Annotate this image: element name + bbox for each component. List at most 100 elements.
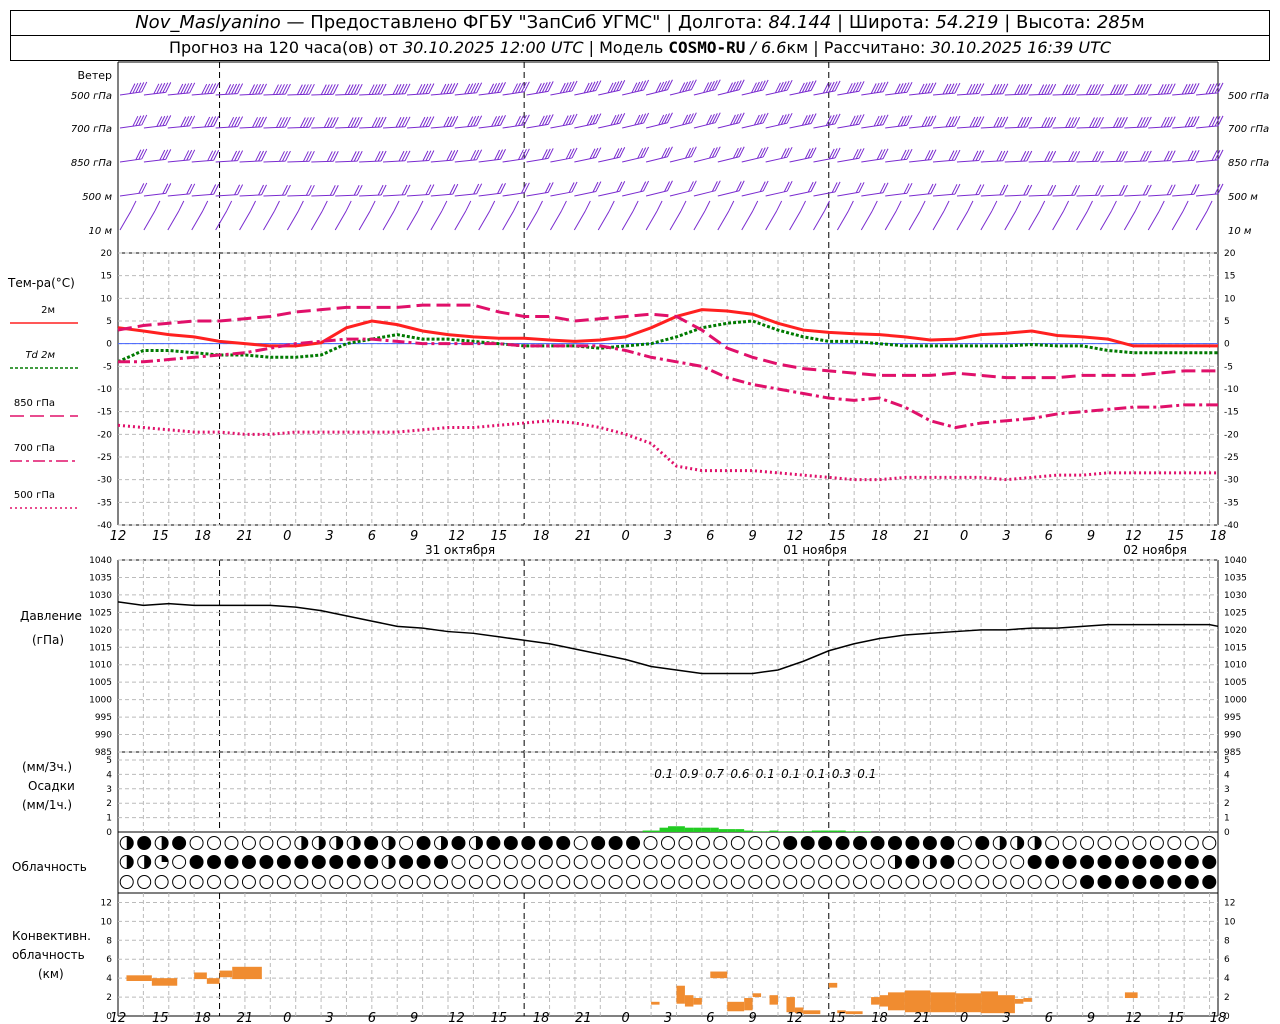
wind-barb-tick (141, 81, 148, 93)
wind-barb (383, 160, 406, 163)
wind-barb-tick (261, 150, 267, 162)
precip-bar (794, 831, 804, 832)
conv-bar (1023, 998, 1032, 1002)
wind-barb-tick (966, 84, 973, 95)
wind-barb-tick (906, 114, 913, 126)
cloud-symbol (189, 855, 204, 869)
precip-bar (862, 831, 872, 832)
wind-barb-tick (568, 81, 575, 92)
wind-barb-tick (1044, 84, 1051, 95)
wind-barb (1076, 210, 1088, 231)
precip-tick-label-right: 4 (1224, 770, 1230, 780)
conv-bar (955, 993, 982, 1013)
hour-tick-label: 6 (1045, 1011, 1053, 1024)
cloud-symbol-fill (144, 855, 151, 869)
hour-tick-label: 15 (1167, 1011, 1184, 1024)
wind-barb-tick (834, 181, 841, 193)
wind-barb (1004, 126, 1027, 129)
wind-barb (335, 194, 358, 197)
wind-barb-tick (1112, 84, 1119, 95)
cloud-symbol (207, 855, 222, 869)
cloud-symbol (224, 836, 239, 850)
wind-barb (1100, 93, 1123, 96)
wind-barb-tick (969, 116, 976, 128)
wind-barb-tick (441, 200, 448, 212)
wind-barb-tick (234, 150, 241, 161)
wind-barb (478, 192, 501, 197)
hour-tick-label: 3 (664, 529, 672, 544)
pressure-tick-label-right: 1010 (1224, 661, 1247, 671)
wind-barb-tick (261, 83, 267, 95)
wind-level-label-right: 850 гПа (1228, 158, 1269, 169)
cloud-symbol (1167, 875, 1182, 889)
wind-barb-tick (834, 80, 841, 92)
wind-barb (622, 190, 644, 197)
cloud-symbol (451, 855, 466, 869)
temp-tick-label: 10 (101, 294, 113, 304)
wind-barb-tick (1211, 150, 1218, 161)
wind-barb-tick (616, 147, 623, 159)
wind-barb-tick (849, 82, 856, 94)
cloud-symbol (521, 875, 536, 889)
pressure-tick-label-right: 1005 (1224, 678, 1247, 688)
wind-barb (310, 210, 323, 231)
wind-barb-tick (735, 147, 742, 158)
wind-barb-tick (871, 200, 878, 212)
wind-barb (502, 210, 515, 231)
conv-bar (126, 975, 152, 981)
wind-barb-tick (213, 116, 220, 127)
wind-barb-tick (589, 81, 596, 92)
wind-barb-tick (921, 116, 928, 127)
wind-barb-tick (690, 79, 697, 90)
wind-barb-tick (162, 183, 169, 194)
wind-barb-tick (282, 83, 288, 95)
wind-barb-tick (1017, 117, 1024, 128)
wind-barb-tick (425, 184, 432, 195)
conv-title: Конвективн. (12, 929, 91, 943)
wind-level-label: 10 м (89, 226, 113, 237)
wind-barb-tick (425, 83, 432, 94)
wind-barb (1172, 92, 1195, 96)
wind-barb-tick (776, 200, 783, 212)
wind-barb (263, 210, 275, 231)
wind-barb-tick (714, 180, 721, 191)
cloud-symbol (608, 875, 623, 889)
wind-barb (861, 124, 884, 129)
wind-barb-tick (380, 150, 387, 162)
wind-barb (239, 210, 251, 231)
wind-title: Ветер (78, 69, 112, 82)
wind-barb-tick (497, 149, 503, 160)
conv-tick-label-right: 2 (1224, 993, 1230, 1003)
wind-barb-tick (449, 116, 456, 127)
wind-barb-tick (398, 116, 405, 128)
hour-tick-label: 6 (706, 529, 714, 544)
precip-tick-label: 2 (106, 799, 112, 809)
wind-barb-tick (1136, 84, 1143, 95)
cloud-symbol (643, 836, 658, 850)
precip-bar (684, 827, 694, 832)
wind-level-label: 500 м (82, 192, 112, 203)
wind-barb-tick (855, 81, 862, 93)
wind-barb (598, 190, 620, 197)
wind-barb-tick (667, 180, 673, 192)
wind-barb (287, 194, 310, 197)
wind-barb-tick (834, 147, 841, 159)
wind-barb-tick (972, 83, 979, 95)
wind-level-label: 700 гПа (71, 124, 112, 135)
wind-barb (693, 122, 716, 129)
wind-barb-tick (186, 82, 193, 94)
conv-bar (194, 972, 207, 980)
conv-tick-label: 2 (106, 993, 112, 1003)
wind-barb (1100, 194, 1123, 197)
cloud-symbol (905, 836, 920, 850)
cloud-symbol (276, 875, 291, 889)
wind-barb-tick (210, 83, 217, 94)
precip-bar (718, 829, 728, 832)
wind-barb (980, 126, 1003, 129)
hour-tick-label: 3 (1002, 1011, 1010, 1024)
cloud-symbol (1114, 836, 1129, 850)
hour-tick-label: 0 (622, 529, 630, 544)
wind-barb-tick (1158, 200, 1165, 212)
wind-barb-tick (395, 117, 402, 128)
cloud-symbol (1097, 855, 1112, 869)
